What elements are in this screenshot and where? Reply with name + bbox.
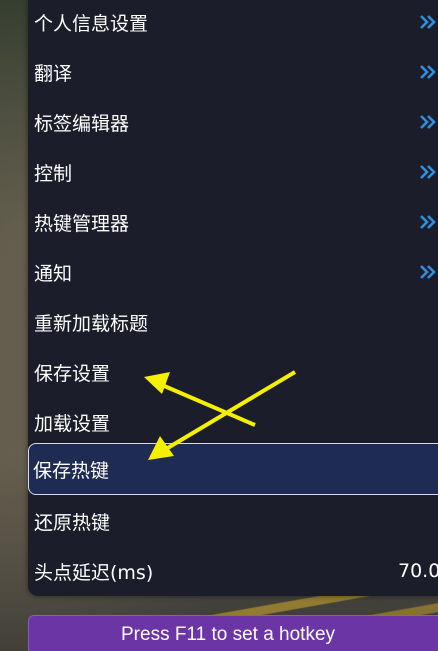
double-chevron-right-icon xyxy=(420,15,436,29)
menu-item-label: 控制 xyxy=(34,162,73,185)
menu-item-controls[interactable]: 控制 xyxy=(28,147,438,197)
menu-item-save-hotkeys[interactable]: 保存热键 xyxy=(28,443,438,495)
menu-item-hotkey-manager[interactable]: 热键管理器 xyxy=(28,197,438,247)
menu-item-headshot-delay[interactable]: 头点延迟(ms) 70.0 xyxy=(28,546,438,596)
menu-item-label: 翻译 xyxy=(34,62,73,85)
menu-item-notifications[interactable]: 通知 xyxy=(28,247,438,297)
menu-item-tag-editor[interactable]: 标签编辑器 xyxy=(28,97,438,147)
menu-item-label: 通知 xyxy=(34,262,73,285)
menu-item-label: 加载设置 xyxy=(34,412,111,435)
menu-item-label: 头点延迟(ms) xyxy=(34,561,154,584)
double-chevron-right-icon xyxy=(420,115,436,129)
menu-item-label: 标签编辑器 xyxy=(34,112,130,135)
menu-item-label: 还原热键 xyxy=(34,511,111,534)
hotkey-hint-text: Press F11 to set a hotkey xyxy=(121,624,336,645)
double-chevron-right-icon xyxy=(420,265,436,279)
menu-item-translation[interactable]: 翻译 xyxy=(28,47,438,97)
menu-item-load-settings[interactable]: 加载设置 xyxy=(28,397,438,447)
menu-item-restore-hotkeys[interactable]: 还原热键 xyxy=(28,496,438,546)
mod-menu-panel: 个人信息设置 翻译 标签编辑器 控制 热键管理器 通知 重新加载标题 保存设置 … xyxy=(28,0,438,596)
menu-item-save-settings[interactable]: 保存设置 xyxy=(28,347,438,397)
menu-item-label: 个人信息设置 xyxy=(34,12,149,35)
menu-item-profile-settings[interactable]: 个人信息设置 xyxy=(28,0,438,47)
menu-item-label: 保存设置 xyxy=(34,362,111,385)
menu-item-label: 保存热键 xyxy=(33,459,110,482)
menu-item-label: 重新加载标题 xyxy=(34,312,149,335)
menu-item-label: 热键管理器 xyxy=(34,212,130,235)
hotkey-hint-bar: Press F11 to set a hotkey xyxy=(28,615,438,651)
double-chevron-right-icon xyxy=(420,65,436,79)
headshot-delay-value[interactable]: 70.0 xyxy=(398,560,438,582)
menu-item-reload-titles[interactable]: 重新加载标题 xyxy=(28,297,438,347)
double-chevron-right-icon xyxy=(420,215,436,229)
double-chevron-right-icon xyxy=(420,165,436,179)
